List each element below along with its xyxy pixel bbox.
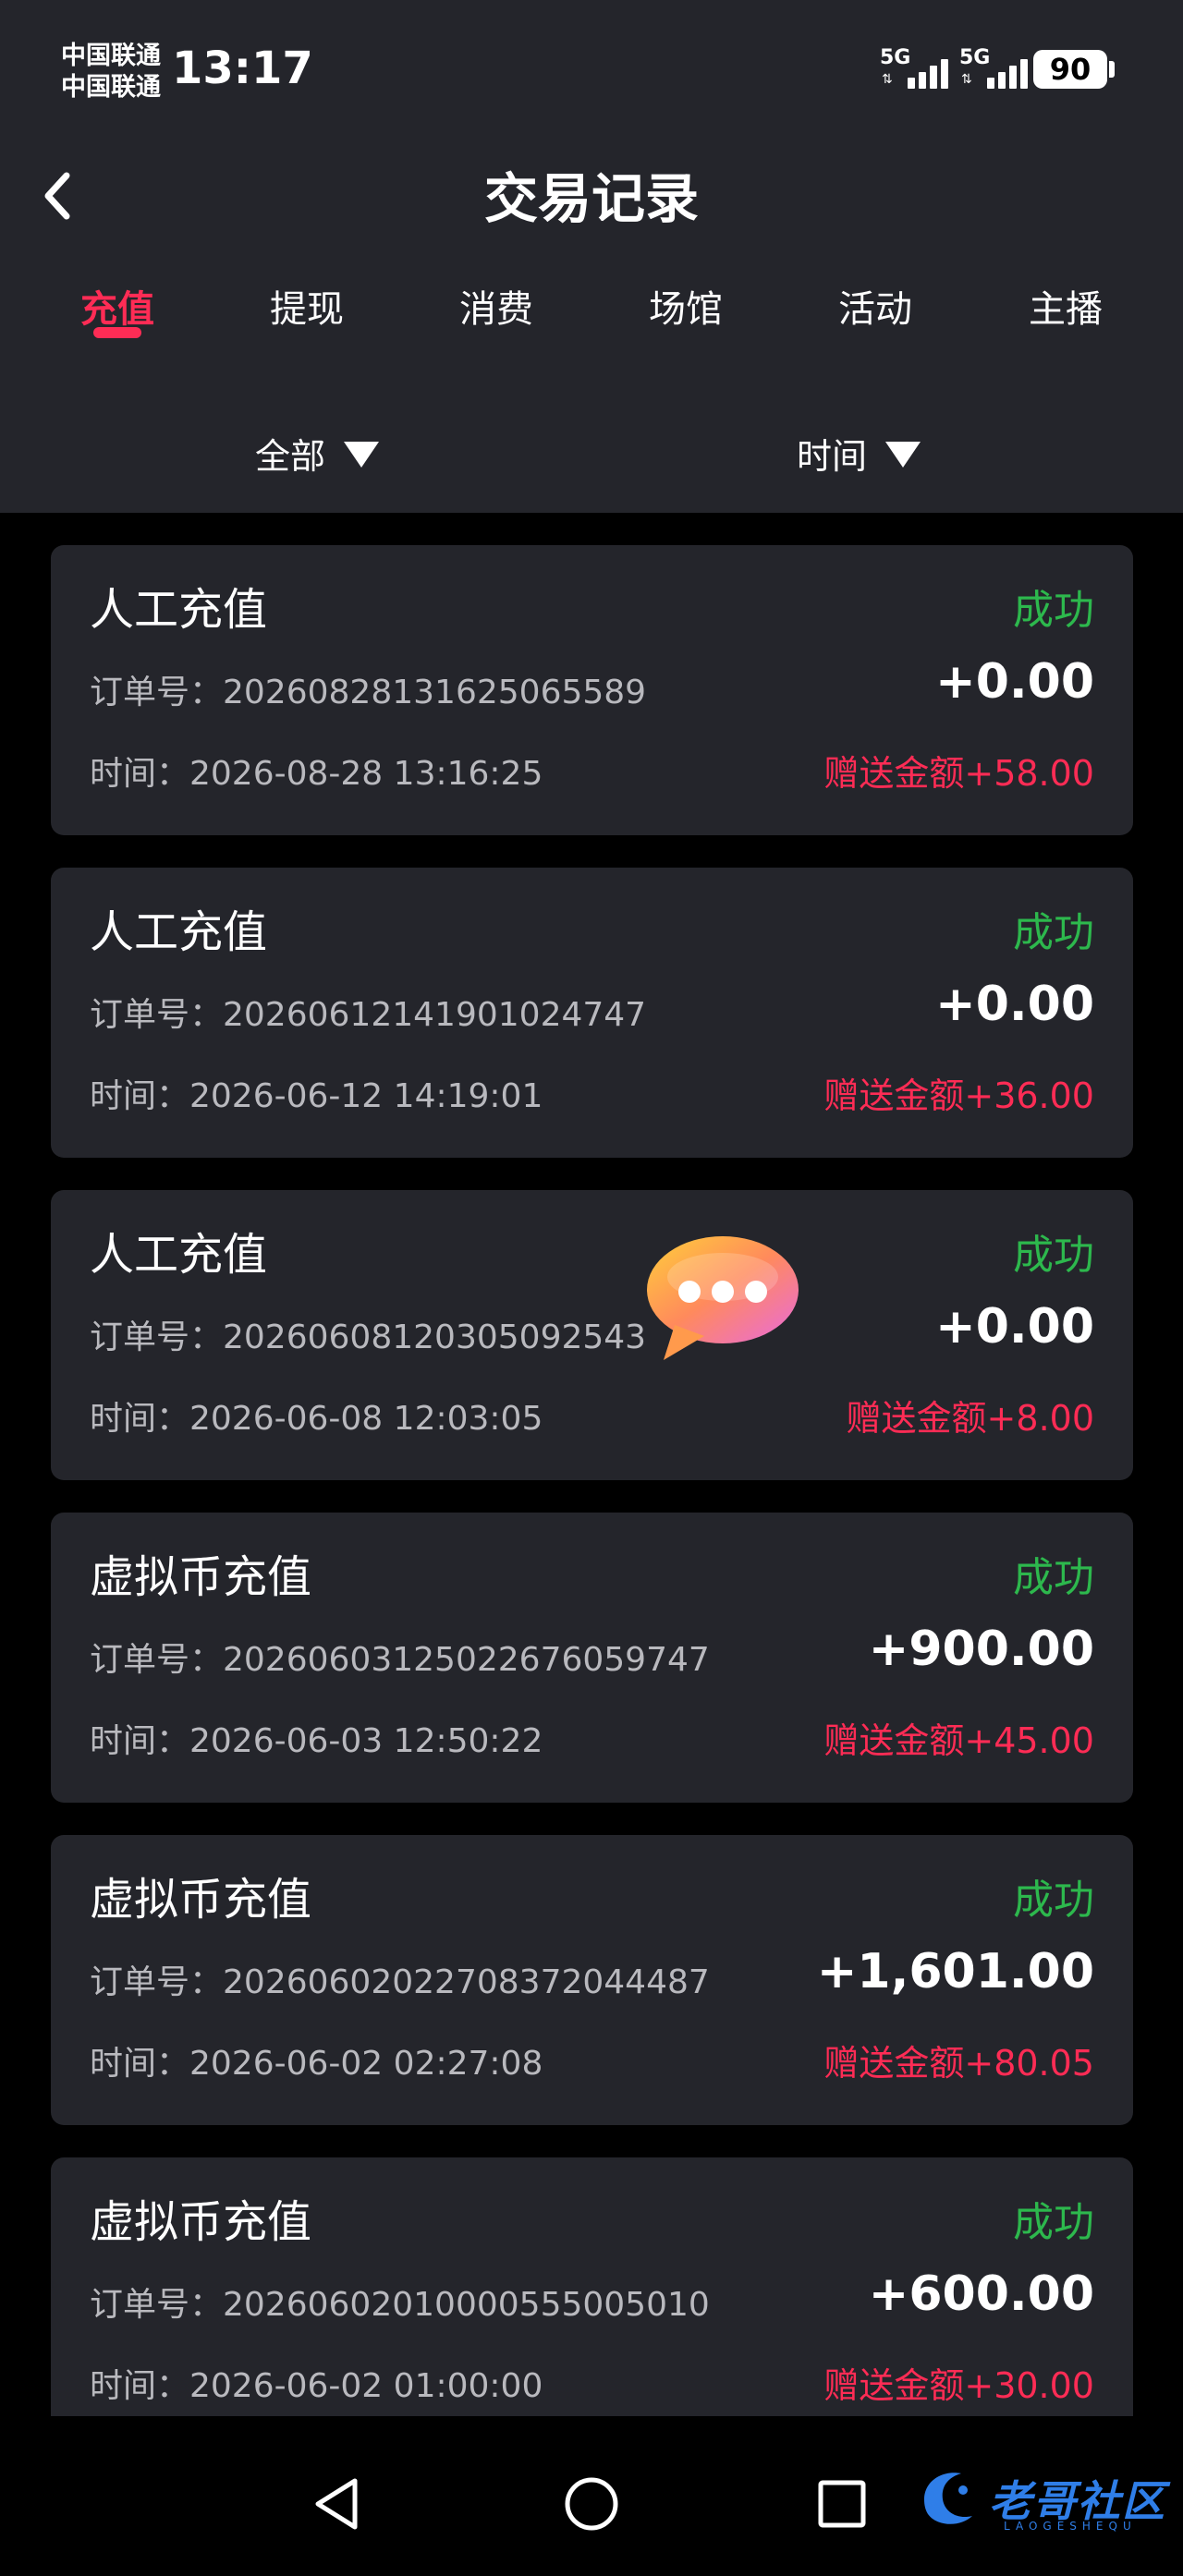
record-bonus: 赠送金额+8.00 <box>846 1398 1094 1439</box>
active-tab-indicator <box>93 327 141 338</box>
carrier-2: 中国联通 <box>61 73 161 102</box>
record-amount: +1,601.00 <box>816 1944 1094 1999</box>
watermark-logo: 老哥社区 LAOGESHEQU <box>915 2462 1183 2536</box>
dragon-logo-icon <box>924 2473 972 2524</box>
record-status: 成功 <box>1013 1877 1094 1924</box>
record-bonus: 赠送金额+45.00 <box>823 1720 1094 1761</box>
tab-activity[interactable]: 活动 <box>801 279 949 333</box>
circle-home-icon <box>565 2477 618 2531</box>
record-type: 人工充值 <box>90 906 268 958</box>
watermark-subtext: LAOGESHEQU <box>1004 2520 1137 2533</box>
status-time: 13:17 <box>172 43 313 94</box>
record-type: 虚拟币充值 <box>90 1551 312 1603</box>
network-type-1: 5G <box>880 46 911 69</box>
record-time: 时间：2026-06-02 02:27:08 <box>90 2045 543 2083</box>
record-status: 成功 <box>1013 1232 1094 1279</box>
record-status: 成功 <box>1013 2199 1094 2246</box>
nav-recents-button[interactable] <box>800 2462 884 2546</box>
carrier-1: 中国联通 <box>61 42 161 70</box>
record-time: 时间：2026-06-08 12:03:05 <box>90 1400 543 1438</box>
battery-level: 90 <box>1049 52 1092 87</box>
status-bar: 中国联通 中国联通 13:17 5G ⇅ 5G ⇅ 90 <box>0 0 1183 120</box>
tab-anchor[interactable]: 主播 <box>992 279 1140 333</box>
record-status: 成功 <box>1013 587 1094 634</box>
record-time: 时间：2026-06-02 01:00:00 <box>90 2367 543 2405</box>
record-order-number: 订单号：202606121419010247​47 <box>90 996 647 1034</box>
chat-bubble-icon <box>647 1236 799 1360</box>
battery-icon: 90 <box>1033 50 1107 89</box>
time-filter[interactable]: 时间 <box>797 425 921 480</box>
record-time: 时间：2026-06-12 14:19:01 <box>90 1077 543 1115</box>
record-amount: +0.00 <box>935 654 1094 710</box>
record-order-number: 订单号：2026060201000055500​5010 <box>90 2286 710 2324</box>
record-card[interactable]: 人工充值 成功 订单号：2026082813162506558​9 +0.00 … <box>51 545 1133 835</box>
record-card[interactable]: 人工充值 成功 订单号：202606121419010247​47 +0.00 … <box>51 868 1133 1158</box>
record-amount: +0.00 <box>935 1299 1094 1355</box>
record-type: 虚拟币充值 <box>90 1874 312 1926</box>
record-card[interactable]: 虚拟币充值 成功 订单号：2026060312502267605​9747 +9… <box>51 1513 1133 1803</box>
network-type-2: 5G <box>959 46 991 69</box>
category-filter-label: 全部 <box>255 435 326 477</box>
tab-bar: 充值 提现 消费 场馆 活动 主播 <box>0 279 1183 371</box>
record-type: 虚拟币充值 <box>90 2196 312 2248</box>
time-filter-label: 时间 <box>797 435 868 477</box>
record-order-number: 订单号：202606020227083720​44487 <box>90 1963 710 2001</box>
record-time: 时间：2026-08-28 13:16:25 <box>90 755 543 793</box>
record-status: 成功 <box>1013 909 1094 956</box>
record-bonus: 赠送金额+30.00 <box>823 2365 1094 2406</box>
record-amount: +900.00 <box>868 1622 1094 1677</box>
record-order-number: 订单号：2026082813162506558​9 <box>90 674 647 711</box>
record-type: 人工充值 <box>90 584 268 636</box>
header: 交易记录 充值 提现 消费 场馆 活动 主播 全部 时间 <box>0 120 1183 513</box>
record-time: 时间：2026-06-03 12:50:22 <box>90 1722 543 1760</box>
square-recents-icon <box>818 2480 866 2528</box>
record-card[interactable]: 虚拟币充值 成功 订单号：2026060201000055500​5010 +6… <box>51 2157 1133 2416</box>
triangle-down-icon <box>885 442 921 468</box>
record-bonus: 赠送金额+80.05 <box>823 2043 1094 2084</box>
signal-icon-1: 5G ⇅ <box>880 46 956 92</box>
record-type: 人工充值 <box>90 1229 268 1281</box>
nav-back-button[interactable] <box>298 2462 381 2546</box>
record-order-number: 订单号：2026060812030509254​3 <box>90 1318 647 1356</box>
record-order-number: 订单号：2026060312502267605​9747 <box>90 1641 710 1679</box>
record-bonus: 赠送金额+36.00 <box>823 1075 1094 1116</box>
signal-icon-2: 5G ⇅ <box>959 46 1035 92</box>
floating-chat-button[interactable] <box>638 1229 804 1367</box>
record-amount: +0.00 <box>935 977 1094 1032</box>
tab-venue[interactable]: 场馆 <box>612 279 760 333</box>
tab-withdraw[interactable]: 提现 <box>233 279 381 333</box>
record-amount: +600.00 <box>868 2266 1094 2322</box>
record-card[interactable]: 人工充值 成功 订单号：2026060812030509254​3 +0.00 … <box>51 1190 1133 1480</box>
record-bonus: 赠送金额+58.00 <box>823 753 1094 794</box>
triangle-back-icon <box>315 2478 358 2530</box>
tab-recharge[interactable]: 充值 <box>43 279 191 333</box>
system-navigation-bar: 老哥社区 LAOGESHEQU <box>0 2416 1183 2576</box>
carrier-names: 中国联通 中国联通 <box>61 41 161 103</box>
record-list[interactable]: 人工充值 成功 订单号：2026082813162506558​9 +0.00 … <box>0 513 1183 2416</box>
record-card[interactable]: 虚拟币充值 成功 订单号：202606020227083720​44487 +1… <box>51 1835 1133 2125</box>
app-root: 中国联通 中国联通 13:17 5G ⇅ 5G ⇅ 90 交易记录 充值 提现 … <box>0 0 1183 2576</box>
nav-home-button[interactable] <box>550 2462 633 2546</box>
page-title: 交易记录 <box>483 167 699 230</box>
tab-consume[interactable]: 消费 <box>422 279 570 333</box>
triangle-down-icon <box>344 442 380 468</box>
record-status: 成功 <box>1013 1554 1094 1601</box>
category-filter[interactable]: 全部 <box>255 425 380 480</box>
